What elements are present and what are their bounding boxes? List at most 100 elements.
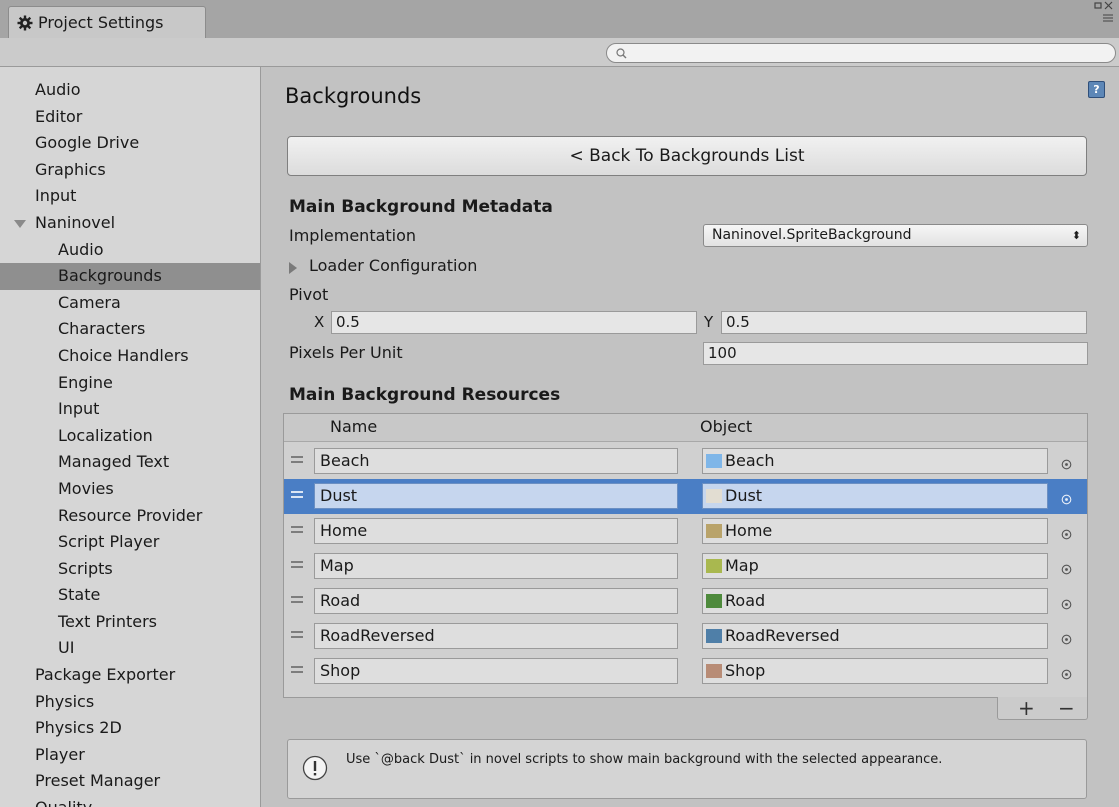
menu-icon[interactable] [1103,14,1113,22]
sidebar-item-scripts[interactable]: Scripts [0,556,260,583]
table-row[interactable]: Beach Beach [284,444,1087,479]
sidebar-item-label: Audio [35,80,81,99]
sidebar-item-characters[interactable]: Characters [0,316,260,343]
sidebar-item-text-printers[interactable]: Text Printers [0,609,260,636]
loader-configuration-foldout[interactable]: Loader Configuration [309,256,477,275]
sprite-thumbnail-icon [706,629,722,643]
resource-object-field[interactable]: Home [702,518,1048,544]
resource-object-field[interactable]: RoadReversed [702,623,1048,649]
sidebar-item-physics-2d[interactable]: Physics 2D [0,715,260,742]
sidebar-item-localization[interactable]: Localization [0,423,260,450]
window-tab-strip: Project Settings [0,0,1119,38]
foldout-arrow-icon[interactable] [289,262,297,274]
sidebar-item-state[interactable]: State [0,582,260,609]
object-picker-icon[interactable] [1061,455,1072,470]
resource-name-field[interactable]: Shop [314,658,678,684]
tab-project-settings[interactable]: Project Settings [8,6,206,38]
drag-handle-icon[interactable] [291,491,303,498]
sidebar-item-player[interactable]: Player [0,742,260,769]
resources-section-title: Main Background Resources [289,385,561,405]
gear-icon [17,15,33,31]
sidebar-item-label: Engine [58,372,113,392]
sidebar-item-label: Characters [58,319,146,339]
sidebar-item-input[interactable]: Input [0,396,260,423]
sidebar-item-script-player[interactable]: Script Player [0,529,260,556]
drag-handle-icon[interactable] [291,561,303,568]
info-message: Use `@back Dust` in novel scripts to sho… [346,752,943,767]
drag-handle-icon[interactable] [291,596,303,603]
resource-name-field[interactable]: Map [314,553,678,579]
resource-object-label: Beach [725,451,775,470]
maximize-icon[interactable] [1094,2,1102,9]
sidebar-item-quality[interactable]: Quality [0,795,260,807]
resource-object-field[interactable]: Beach [702,448,1048,474]
object-picker-icon[interactable] [1061,665,1072,680]
list-footer: + − [997,696,1088,720]
sidebar-item-label: Google Drive [35,133,140,153]
sidebar-item-graphics[interactable]: Graphics [0,157,260,184]
sidebar-item-audio[interactable]: Audio [0,237,260,264]
close-icon[interactable] [1104,1,1113,10]
sidebar-item-preset-manager[interactable]: Preset Manager [0,768,260,795]
sidebar-item-engine[interactable]: Engine [0,370,260,397]
help-icon[interactable]: ? [1088,81,1105,98]
resource-name-field[interactable]: Home [314,518,678,544]
resource-name-field[interactable]: Beach [314,448,678,474]
sidebar-item-input[interactable]: Input [0,183,260,210]
table-row[interactable]: Map Map [284,549,1087,584]
sidebar-item-label: Scripts [58,558,113,578]
object-picker-icon[interactable] [1061,560,1072,575]
sidebar-item-movies[interactable]: Movies [0,476,260,503]
sidebar-item-managed-text[interactable]: Managed Text [0,449,260,476]
sidebar-item-editor[interactable]: Editor [0,104,260,131]
resource-name-field[interactable]: Road [314,588,678,614]
table-row[interactable]: RoadReversed RoadReversed [284,619,1087,654]
table-row[interactable]: Shop Shop [284,654,1087,689]
resource-object-field[interactable]: Shop [702,658,1048,684]
column-header-name: Name [330,417,378,436]
sidebar-item-label: State [58,585,101,605]
sidebar-item-audio[interactable]: Audio [0,77,260,104]
sidebar-item-choice-handlers[interactable]: Choice Handlers [0,343,260,370]
implementation-value: Naninovel.SpriteBackground [712,227,912,243]
resource-object-field[interactable]: Map [702,553,1048,579]
drag-handle-icon[interactable] [291,526,303,533]
sidebar-item-google-drive[interactable]: Google Drive [0,130,260,157]
dropdown-arrows-icon: ⬍ [1071,229,1081,242]
back-to-list-button[interactable]: < Back To Backgrounds List [287,136,1087,176]
sidebar-item-package-exporter[interactable]: Package Exporter [0,662,260,689]
search-input[interactable] [631,44,1105,64]
pivot-x-field[interactable]: 0.5 [331,311,697,334]
table-row[interactable]: Dust Dust [284,479,1087,514]
table-row[interactable]: Road Road [284,584,1087,619]
object-picker-icon[interactable] [1061,630,1072,645]
resource-object-field[interactable]: Dust [702,483,1048,509]
resources-list-header: Name Object [284,414,1087,442]
object-picker-icon[interactable] [1061,490,1072,505]
sidebar-item-naninovel[interactable]: Naninovel [0,210,260,237]
resource-name-field[interactable]: Dust [314,483,678,509]
sidebar-item-label: Resource Provider [58,505,203,525]
resource-object-field[interactable]: Road [702,588,1048,614]
sidebar-item-label: Text Printers [58,611,158,631]
resource-name-field[interactable]: RoadReversed [314,623,678,649]
sidebar-item-backgrounds[interactable]: Backgrounds [0,263,260,290]
sidebar-item-resource-provider[interactable]: Resource Provider [0,503,260,530]
sidebar-item-ui[interactable]: UI [0,635,260,662]
table-row[interactable]: Home Home [284,514,1087,549]
drag-handle-icon[interactable] [291,456,303,463]
object-picker-icon[interactable] [1061,595,1072,610]
implementation-dropdown[interactable]: Naninovel.SpriteBackground ⬍ [703,224,1088,247]
drag-handle-icon[interactable] [291,666,303,673]
sidebar-item-physics[interactable]: Physics [0,689,260,716]
drag-handle-icon[interactable] [291,631,303,638]
remove-item-button[interactable]: − [1058,696,1075,720]
sidebar-item-camera[interactable]: Camera [0,290,260,317]
add-item-button[interactable]: + [1018,696,1035,720]
settings-main-panel: ? Backgrounds < Back To Backgrounds List… [262,67,1119,807]
expand-arrow-icon[interactable] [14,219,26,228]
pivot-y-field[interactable]: 0.5 [721,311,1087,334]
object-picker-icon[interactable] [1061,525,1072,540]
search-box[interactable] [606,43,1116,64]
pixels-per-unit-field[interactable]: 100 [703,342,1088,365]
